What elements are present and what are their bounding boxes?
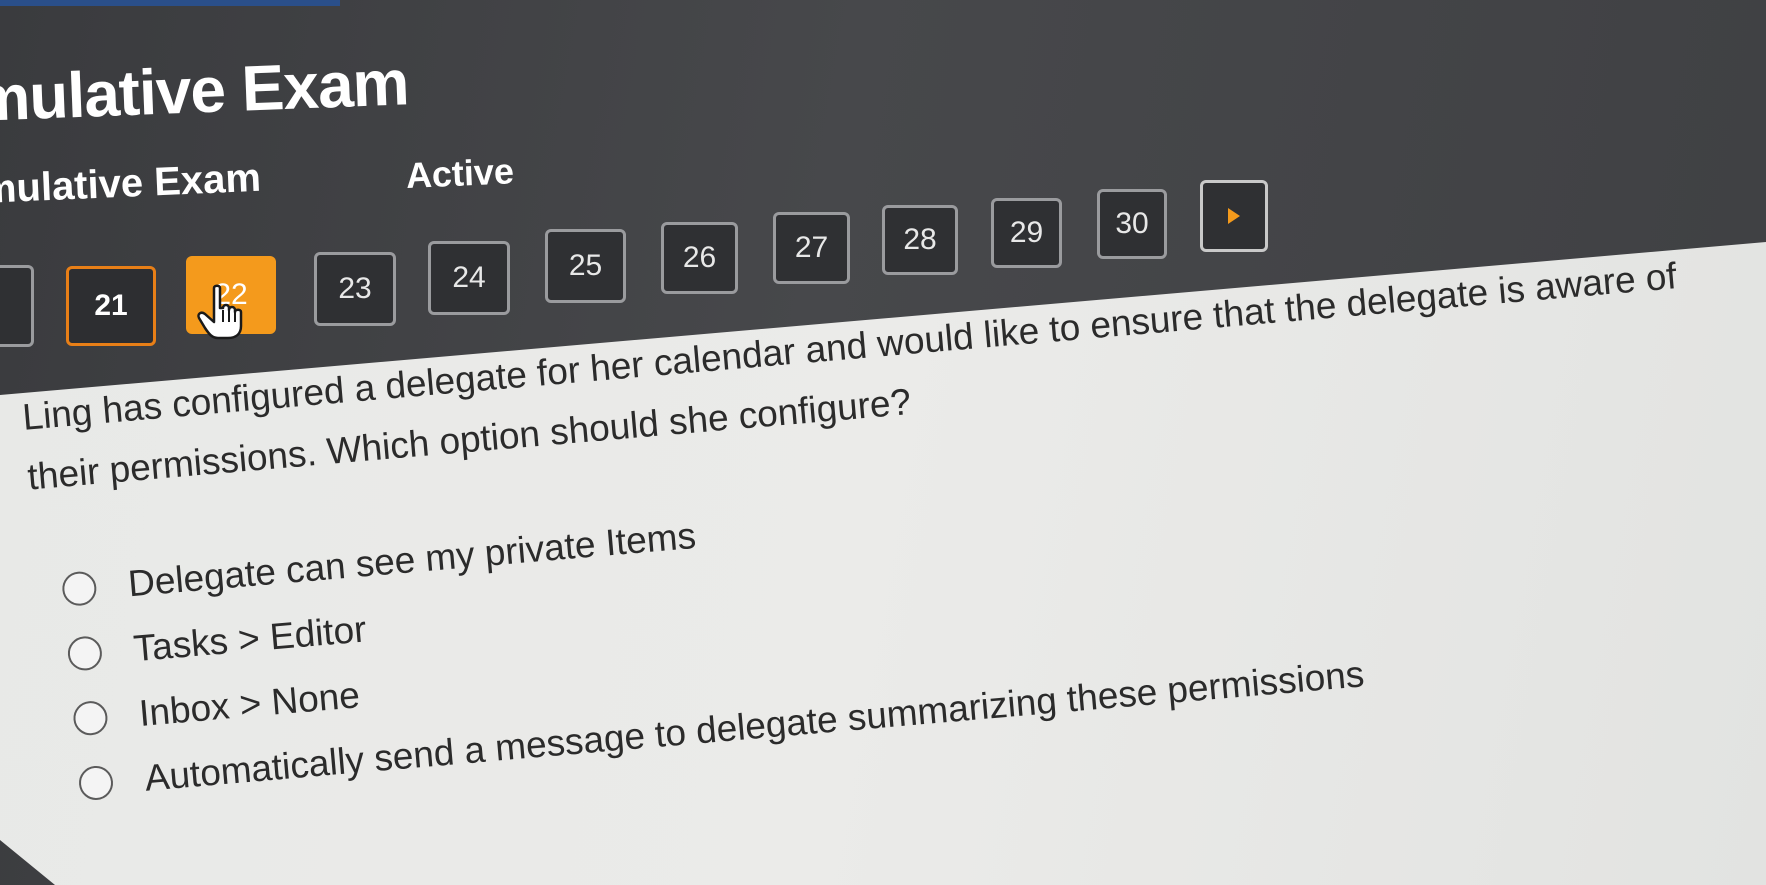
top-accent-strip (0, 0, 340, 6)
radio-button[interactable] (77, 764, 115, 801)
radio-button[interactable] (72, 699, 109, 737)
exam-screen: mulative Exam mulative Exam Active 21 22… (0, 0, 1766, 885)
nav-question-27[interactable]: 27 (773, 212, 850, 284)
nav-question-28[interactable]: 28 (882, 205, 958, 275)
next-button[interactable] (1200, 180, 1268, 252)
answer-option-label: Tasks > Editor (131, 607, 368, 669)
nav-question-21[interactable]: 21 (66, 266, 156, 346)
nav-question-25[interactable]: 25 (545, 229, 626, 303)
play-icon (1228, 208, 1240, 224)
nav-question-23[interactable]: 23 (314, 252, 396, 326)
nav-question-previous-partial[interactable] (0, 265, 34, 347)
exam-status: Active (405, 150, 515, 196)
hand-pointer-icon (197, 284, 243, 340)
nav-question-26[interactable]: 26 (661, 222, 738, 294)
nav-question-30[interactable]: 30 (1097, 189, 1167, 259)
nav-question-24[interactable]: 24 (428, 241, 510, 315)
nav-question-29[interactable]: 29 (991, 198, 1062, 268)
page-title: mulative Exam (0, 46, 410, 135)
answer-option-label: Inbox > None (137, 673, 362, 734)
radio-button[interactable] (66, 634, 104, 672)
exam-name: mulative Exam (0, 155, 262, 212)
radio-button[interactable] (60, 569, 98, 607)
